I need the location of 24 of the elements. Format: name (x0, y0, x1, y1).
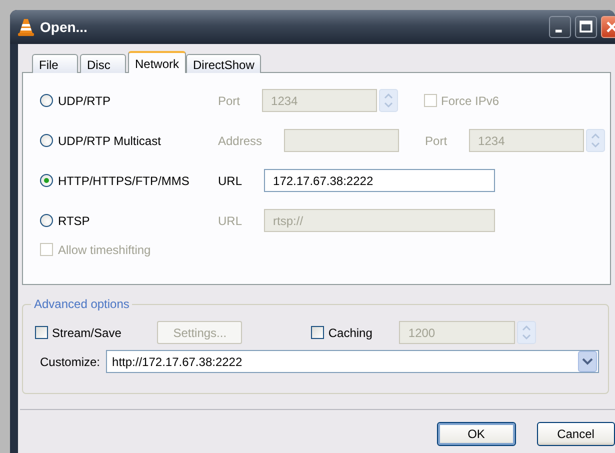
field-label: Port (425, 134, 448, 148)
window-title: Open... (40, 19, 88, 35)
radio-label: UDP/RTP Multicast (58, 134, 161, 148)
group-title: Advanced options (31, 297, 132, 311)
customize-field[interactable]: http://172.17.67.38:2222 (106, 350, 600, 373)
checkbox-label: Allow timeshifting (58, 242, 151, 256)
tab[interactable]: DirectShow (186, 54, 262, 73)
dialog-button[interactable]: Cancel (536, 422, 615, 446)
field-label: Customize: (40, 354, 100, 368)
checkbox-label: Force IPv6 (441, 94, 500, 108)
checkbox-label: Caching (328, 326, 372, 340)
url-field[interactable]: 172.17.67.38:2222 (264, 169, 496, 192)
dialog-button[interactable]: OK (437, 422, 516, 446)
field-label: Port (218, 94, 242, 108)
tab[interactable]: Network (128, 51, 186, 73)
field-label: URL (218, 174, 244, 188)
radio-label: HTTP/HTTPS/FTP/MMS (58, 174, 190, 188)
checkbox-label: Stream/Save (52, 326, 122, 340)
radio-label: RTSP (58, 214, 90, 228)
tab[interactable]: Disc (80, 54, 126, 73)
field-label: Address (218, 134, 264, 148)
field-label: URL (218, 214, 244, 228)
tab[interactable]: File (32, 54, 78, 73)
radio-label: UDP/RTP (58, 94, 110, 108)
